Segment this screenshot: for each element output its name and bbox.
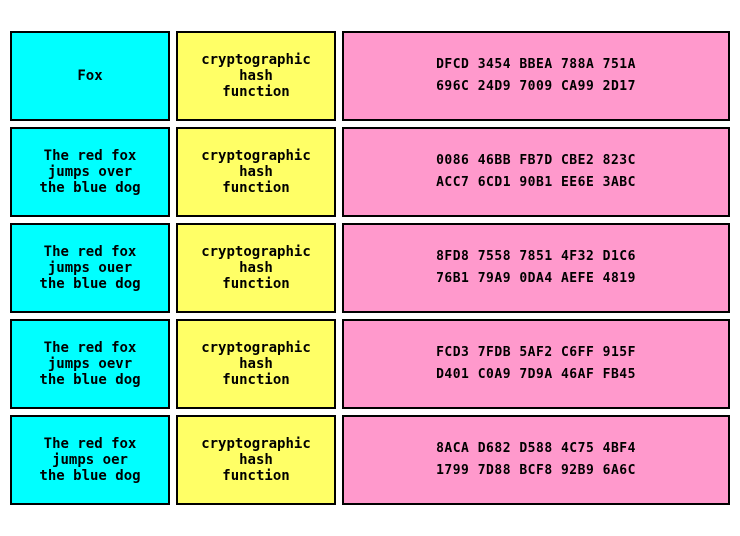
input-box-1: The red fox jumps over the blue dog [10, 127, 170, 217]
main-container: Foxcryptographic hash functionDFCD 3454 … [0, 21, 740, 515]
hash-box-3: cryptographic hash function [176, 319, 336, 409]
hash-box-0: cryptographic hash function [176, 31, 336, 121]
output-box-4: 8ACA D682 D588 4C75 4BF41799 7D88 BCF8 9… [342, 415, 730, 505]
output-box-1: 0086 46BB FB7D CBE2 823CACC7 6CD1 90B1 E… [342, 127, 730, 217]
output-box-0: DFCD 3454 BBEA 788A 751A696C 24D9 7009 C… [342, 31, 730, 121]
input-box-3: The red fox jumps oevr the blue dog [10, 319, 170, 409]
input-box-0: Fox [10, 31, 170, 121]
output-box-2: 8FD8 7558 7851 4F32 D1C676B1 79A9 0DA4 A… [342, 223, 730, 313]
row-0: Foxcryptographic hash functionDFCD 3454 … [10, 31, 730, 121]
hash-box-4: cryptographic hash function [176, 415, 336, 505]
hash-box-1: cryptographic hash function [176, 127, 336, 217]
row-4: The red fox jumps oer the blue dogcrypto… [10, 415, 730, 505]
row-1: The red fox jumps over the blue dogcrypt… [10, 127, 730, 217]
input-box-2: The red fox jumps ouer the blue dog [10, 223, 170, 313]
input-box-4: The red fox jumps oer the blue dog [10, 415, 170, 505]
hash-box-2: cryptographic hash function [176, 223, 336, 313]
row-2: The red fox jumps ouer the blue dogcrypt… [10, 223, 730, 313]
row-3: The red fox jumps oevr the blue dogcrypt… [10, 319, 730, 409]
output-box-3: FCD3 7FDB 5AF2 C6FF 915FD401 C0A9 7D9A 4… [342, 319, 730, 409]
